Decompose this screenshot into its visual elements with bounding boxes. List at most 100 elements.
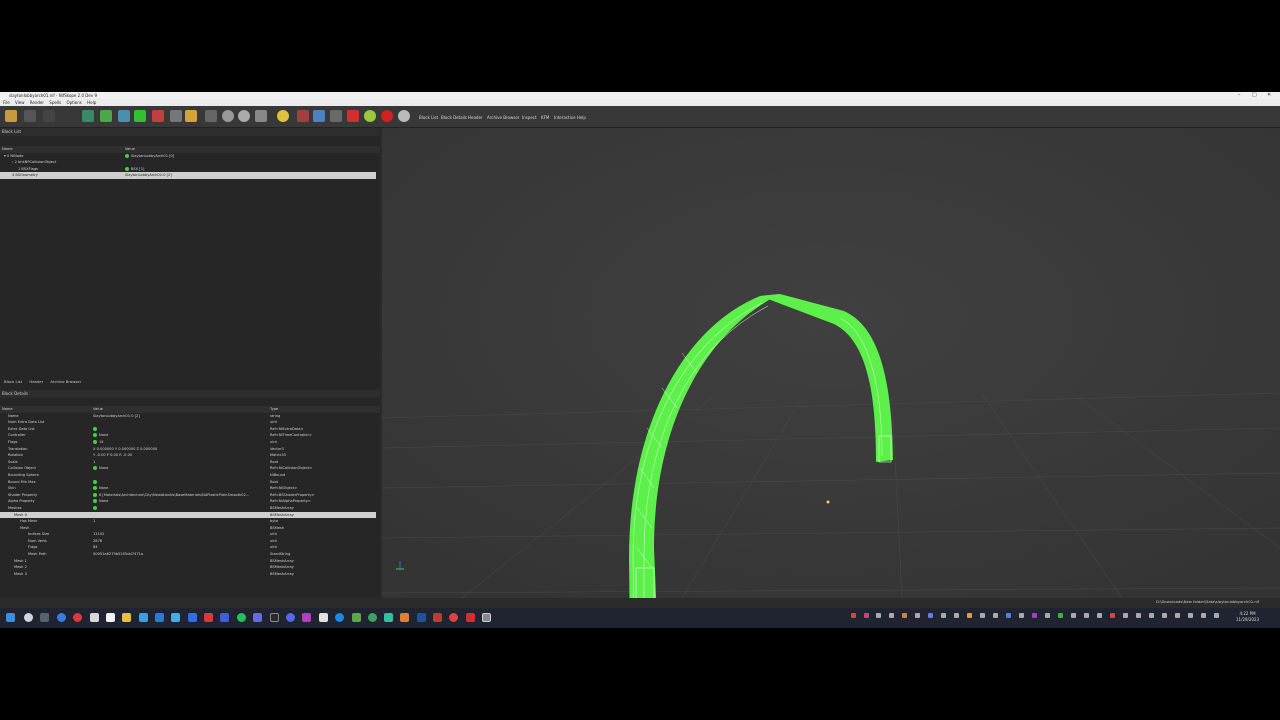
details-row[interactable]: Mesh 3 BSMeshArray	[0, 571, 380, 578]
details-row[interactable]: Shader Property 6 [Materials\Architecture…	[0, 492, 380, 499]
edit-icon[interactable]	[93, 479, 97, 484]
mesh-tool-icon[interactable]	[100, 110, 112, 122]
tray-icon[interactable]	[980, 613, 985, 618]
app-icon[interactable]	[400, 613, 409, 622]
tray-icon[interactable]	[1084, 613, 1089, 618]
app-icon[interactable]	[155, 613, 164, 622]
details-row[interactable]: Num Verts 2878 uint	[0, 538, 380, 545]
edit-icon[interactable]	[93, 486, 97, 491]
details-row[interactable]: Num Extra Data List uint	[0, 419, 380, 426]
axes-icon[interactable]	[205, 110, 217, 122]
start-icon[interactable]	[6, 613, 15, 622]
app-icon[interactable]	[302, 613, 311, 622]
edit-icon[interactable]	[93, 439, 97, 444]
brush-icon[interactable]	[347, 110, 359, 122]
details-row[interactable]: Mesh BSMesh	[0, 525, 380, 532]
tray-icon[interactable]	[1162, 613, 1167, 618]
details-row[interactable]: Indices Size 11102 uint	[0, 531, 380, 538]
tab-archive-browser[interactable]: Archive Browser	[50, 379, 81, 384]
load-view-icon[interactable]	[82, 110, 94, 122]
details-row[interactable]: Has Mesh 1 byte	[0, 518, 380, 525]
light-icon[interactable]	[277, 110, 289, 122]
pencil-icon[interactable]	[297, 110, 309, 122]
app-icon[interactable]	[171, 613, 180, 622]
tray-icon[interactable]	[1149, 613, 1154, 618]
wand-icon[interactable]	[313, 110, 325, 122]
details-row[interactable]: Meshes BSMeshArray	[0, 505, 380, 512]
tab-block-list[interactable]: Block List	[4, 379, 22, 384]
menu-view[interactable]: View	[15, 100, 25, 105]
cube-blue-icon[interactable]	[118, 110, 130, 122]
tray-icon[interactable]	[1006, 613, 1011, 618]
tray-icon[interactable]	[915, 613, 920, 618]
edit-icon[interactable]	[93, 492, 97, 497]
details-row[interactable]: Scale 1 float	[0, 459, 380, 466]
tray-icon[interactable]	[1188, 613, 1193, 618]
app-icon[interactable]	[319, 613, 328, 622]
volume-icon[interactable]	[1214, 613, 1219, 618]
details-row[interactable]: Mesh 0 BSMeshArray	[0, 511, 376, 519]
details-row[interactable]: Alpha Property None Ref<NiAlphaProperty>	[0, 498, 380, 505]
edit-icon[interactable]	[93, 499, 97, 504]
tray-icon[interactable]	[1110, 613, 1115, 618]
toolbar-tab-block-details[interactable]: Block Details	[441, 115, 467, 120]
app-icon[interactable]	[270, 613, 279, 622]
app-icon[interactable]	[417, 613, 426, 622]
edit-icon[interactable]	[93, 426, 97, 431]
details-row[interactable]: Flags 64 uint	[0, 544, 380, 551]
tray-icon[interactable]	[954, 613, 959, 618]
save-icon[interactable]	[24, 110, 36, 122]
tray-icon[interactable]	[902, 613, 907, 618]
app-icon[interactable]	[368, 613, 377, 622]
select-icon[interactable]	[170, 110, 182, 122]
details-row[interactable]: Collision Object None Ref<NiCollisionObjec…	[0, 465, 380, 472]
eye-alt-icon[interactable]	[238, 110, 250, 122]
tray-icon[interactable]	[941, 613, 946, 618]
app-icon[interactable]	[384, 613, 393, 622]
lime-sphere-icon[interactable]	[364, 110, 376, 122]
tray-icon[interactable]	[876, 613, 881, 618]
minimize-icon[interactable]: –	[1238, 92, 1241, 99]
block-row-selected[interactable]: 4 BSGeometry SlaytonLobbyArch01:0 [2]	[0, 172, 376, 179]
particles-icon[interactable]	[330, 110, 342, 122]
app-icon[interactable]	[433, 613, 442, 622]
toolbar-tab-inspect[interactable]: Inspect	[522, 115, 537, 120]
details-row[interactable]: Extra Data List Ref<NiExtraData>	[0, 426, 380, 433]
details-row[interactable]: Rotation Y -0.00 P 0.00 R -0.00 Matrix33	[0, 452, 380, 459]
app-icon[interactable]	[466, 613, 475, 622]
edit-icon[interactable]	[93, 466, 97, 471]
word-icon[interactable]	[106, 613, 115, 622]
app-icon[interactable]	[220, 613, 229, 622]
tray-icon[interactable]	[1123, 613, 1128, 618]
tray-icon[interactable]	[993, 613, 998, 618]
details-row[interactable]: Mesh Path 00051a6279b5255dd7471a SizedStri…	[0, 551, 380, 558]
app-icon[interactable]	[352, 613, 361, 622]
tray-icon[interactable]	[889, 613, 894, 618]
menu-spells[interactable]: Spells	[49, 100, 61, 105]
tab-header[interactable]: Header	[29, 379, 43, 384]
folder-icon[interactable]	[122, 613, 131, 622]
wifi-icon[interactable]	[1201, 613, 1206, 618]
cube-green-icon[interactable]	[134, 110, 146, 122]
details-row[interactable]: Flags 14 uint	[0, 439, 380, 446]
details-row[interactable]: Mesh 1 BSMeshArray	[0, 558, 380, 565]
chrome-icon[interactable]	[73, 613, 82, 622]
menu-render[interactable]: Render	[30, 100, 44, 105]
discord-icon[interactable]	[286, 613, 295, 622]
whatsapp-icon[interactable]	[237, 613, 246, 622]
open-icon[interactable]	[5, 110, 17, 122]
eye-icon[interactable]	[222, 110, 234, 122]
visibility-icon[interactable]	[255, 110, 267, 122]
edit-icon[interactable]	[93, 505, 97, 510]
block-row[interactable]: ▾ 0 NiNode SlaytonLobbyArch01 [0]	[0, 153, 380, 160]
tray-icon[interactable]	[1058, 613, 1063, 618]
shaded-cube-icon[interactable]	[185, 110, 197, 122]
toolbar-tab-archive-browser[interactable]: Archive Browser	[487, 115, 519, 120]
eye-toggle-icon[interactable]	[398, 110, 410, 122]
details-row[interactable]: Skin None Ref<NiObject>	[0, 485, 380, 492]
nifskope-taskbar-icon[interactable]	[482, 613, 491, 622]
tray-icon[interactable]	[851, 613, 856, 618]
tray-icon[interactable]	[928, 613, 933, 618]
taskview-icon[interactable]	[40, 613, 49, 622]
tray-icon[interactable]	[967, 613, 972, 618]
